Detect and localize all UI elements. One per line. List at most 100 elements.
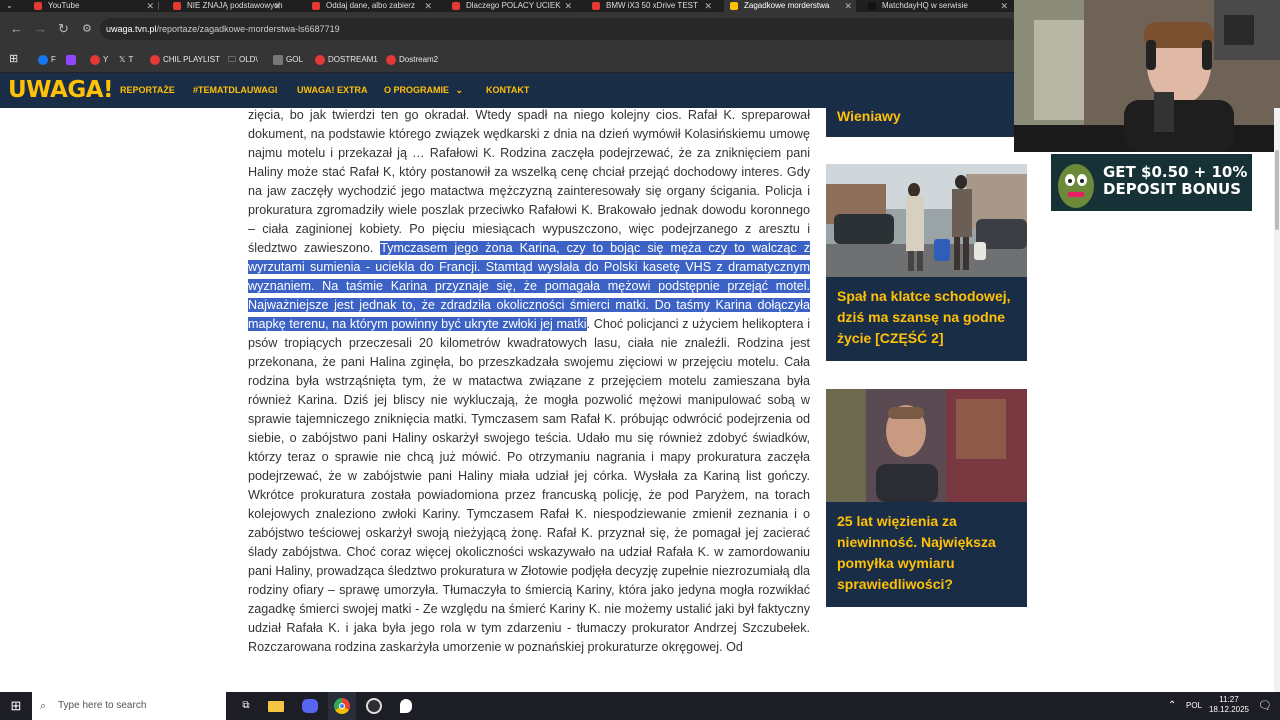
uwaga-icon xyxy=(730,2,738,10)
nav-label: O PROGRAMIE xyxy=(384,85,450,95)
url-domain: uwaga.tvn.pl xyxy=(106,24,157,34)
dostream-icon xyxy=(315,54,325,65)
tray-chevron-icon[interactable]: ⌃ xyxy=(1168,692,1176,720)
bookmark-x[interactable]: 𝕏T xyxy=(119,46,133,73)
site-logo[interactable]: UWAGA! xyxy=(0,73,113,108)
bookmark-label: Y xyxy=(103,55,109,64)
close-icon[interactable]: ✕ xyxy=(704,0,712,12)
bookmark-twitch[interactable] xyxy=(66,46,79,73)
forward-icon[interactable]: → xyxy=(34,21,47,36)
chevron-down-icon: ⌄ xyxy=(455,85,464,95)
tab-title: Dlaczego POLACY UCIEK xyxy=(466,1,561,10)
article-text: . Choć policjanci z użyciem helikoptera … xyxy=(248,317,810,654)
tab-dlaczego-polacy[interactable]: Dlaczego POLACY UCIEK ✕ xyxy=(446,0,576,12)
search-icon: ⌕ xyxy=(40,700,47,712)
pin-app-icon[interactable] xyxy=(392,692,420,720)
bookmark-dostream1[interactable]: DOSTREAM1 xyxy=(315,46,378,73)
close-icon[interactable]: ✕ xyxy=(844,0,852,12)
nav-uwaga-extra[interactable]: UWAGA! EXTRA xyxy=(297,73,368,108)
tab-matchday[interactable]: MatchdayHQ w serwisie ✕ xyxy=(862,0,1012,12)
nav-kontakt[interactable]: KONTAKT xyxy=(486,73,529,108)
close-icon[interactable]: ✕ xyxy=(1000,0,1008,12)
bookmark-label: Dostream2 xyxy=(399,55,439,64)
windows-start-icon[interactable]: ⊞ xyxy=(0,692,32,720)
scrollbar-thumb[interactable] xyxy=(1275,150,1279,230)
card-thumbnail[interactable] xyxy=(826,164,1027,277)
youtube-icon xyxy=(150,54,160,65)
discord-icon[interactable] xyxy=(296,692,324,720)
bookmark-label: CHIL PLAYLIST xyxy=(163,55,220,64)
file-explorer-icon[interactable] xyxy=(262,692,290,720)
bookmark-facebook[interactable]: F xyxy=(38,46,56,73)
youtube-icon xyxy=(90,54,100,65)
tab-nie-znaja[interactable]: NIE ZNAJĄ podstawowych ✕ xyxy=(167,0,285,12)
youtube-icon xyxy=(452,2,460,10)
ad-line-1: GET $0.50 + 10% xyxy=(1103,163,1248,181)
webcam-overlay xyxy=(1014,0,1280,152)
x-icon: 𝕏 xyxy=(119,55,126,64)
card-title[interactable]: 25 lat więzienia za niewinność. Najwięks… xyxy=(826,502,1027,605)
bookmark-chil-playlist[interactable]: CHIL PLAYLIST xyxy=(150,46,220,73)
x-icon xyxy=(868,2,876,10)
youtube-icon xyxy=(592,2,600,10)
mascot-icon xyxy=(1058,164,1094,208)
man-portrait-photo xyxy=(826,389,1027,502)
search-placeholder: Type here to search xyxy=(58,700,147,711)
tab-bmw[interactable]: BMW iX3 50 xDrive TEST ✕ xyxy=(586,0,716,12)
card-thumbnail[interactable] xyxy=(826,389,1027,502)
reload-icon[interactable]: ↻ xyxy=(58,21,69,37)
deposit-bonus-ad[interactable]: GET $0.50 + 10% DEPOSIT BONUS xyxy=(1051,154,1252,211)
taskbar-search[interactable]: ⌕ Type here to search xyxy=(32,692,226,720)
bookmark-label: GOL xyxy=(286,55,303,64)
nav-o-programie[interactable]: O PROGRAMIE ⌄ xyxy=(384,73,463,108)
tab-oddaj-dane[interactable]: Oddaj dane, albo zabierz ✕ xyxy=(306,0,436,12)
tab-title: NIE ZNAJĄ podstawowych xyxy=(187,1,283,10)
taskbar: ⊞ ⌕ Type here to search ⧉ ⌃ POL 11:27 18… xyxy=(0,692,1280,720)
youtube-icon xyxy=(173,2,181,10)
nav-reportaze[interactable]: REPORTAŻE xyxy=(120,73,175,108)
apps-icon[interactable]: ⊞ xyxy=(9,46,18,73)
tab-search-button[interactable]: ⌄ xyxy=(0,0,20,12)
bookmark-label: T xyxy=(128,55,134,64)
nav-tematdlauwagi[interactable]: #TEMATDLAUWAGI xyxy=(193,73,277,108)
article-body: zięcia, bo jak twierdzi ten go okradał. … xyxy=(248,106,810,657)
street-photo xyxy=(826,164,1027,277)
bookmark-gol[interactable]: GOL xyxy=(273,46,303,73)
close-icon[interactable]: ✕ xyxy=(273,0,281,12)
language-indicator[interactable]: POL xyxy=(1186,692,1202,720)
close-icon[interactable]: ✕ xyxy=(424,0,432,12)
sidebar-card-top[interactable]: Wieniawy xyxy=(826,92,1027,137)
tab-title: BMW iX3 50 xDrive TEST xyxy=(606,1,698,10)
article-paragraph: zięcia, bo jak twierdzi ten go okradał. … xyxy=(248,106,810,657)
notifications-icon[interactable]: 🗨 xyxy=(1258,692,1272,720)
article-text: zięcia, bo jak twierdzi ten go okradał. … xyxy=(248,108,810,255)
twitch-icon xyxy=(66,54,76,65)
sidebar-card-spal[interactable]: Spał na klatce schodowej, dziś ma szansę… xyxy=(826,164,1027,361)
bookmark-dostream2[interactable]: Dostream2 xyxy=(386,46,438,73)
facebook-icon xyxy=(38,54,48,65)
url-field[interactable]: uwaga.tvn.pl/reportaze/zagadkowe-morders… xyxy=(100,18,1020,40)
close-icon[interactable]: ✕ xyxy=(146,0,154,12)
tab-title: Oddaj dane, albo zabierz xyxy=(326,1,415,10)
youtube-icon xyxy=(312,2,320,10)
site-info-icon[interactable]: ⚙ xyxy=(82,22,92,35)
youtube-icon xyxy=(34,2,42,10)
ad-line-2: DEPOSIT BONUS xyxy=(1103,180,1242,198)
card-title[interactable]: Wieniawy xyxy=(826,92,1027,137)
tab-title: MatchdayHQ w serwisie xyxy=(882,1,968,10)
chrome-icon[interactable] xyxy=(328,692,356,720)
card-title[interactable]: Spał na klatce schodowej, dziś ma szansę… xyxy=(826,277,1027,359)
dostream-icon xyxy=(386,54,396,65)
tab-title: Zagadkowe morderstwa xyxy=(744,1,830,10)
sidebar-card-25-lat[interactable]: 25 lat więzienia za niewinność. Najwięks… xyxy=(826,389,1027,607)
tab-zagadkowe[interactable]: Zagadkowe morderstwa ✕ xyxy=(724,0,856,12)
close-icon[interactable]: ✕ xyxy=(564,0,572,12)
bookmark-youtube[interactable]: Y xyxy=(90,46,108,73)
clock[interactable]: 11:27 18.12.2025 xyxy=(1206,692,1252,720)
obs-icon[interactable] xyxy=(360,692,388,720)
tab-youtube[interactable]: YouTube ✕ xyxy=(28,0,158,12)
task-view-icon[interactable]: ⧉ xyxy=(232,692,260,720)
back-icon[interactable]: ← xyxy=(10,21,23,36)
bookmark-old-folder[interactable]: 🗀 OLD\ xyxy=(228,46,258,73)
bookmark-label: F xyxy=(51,55,56,64)
